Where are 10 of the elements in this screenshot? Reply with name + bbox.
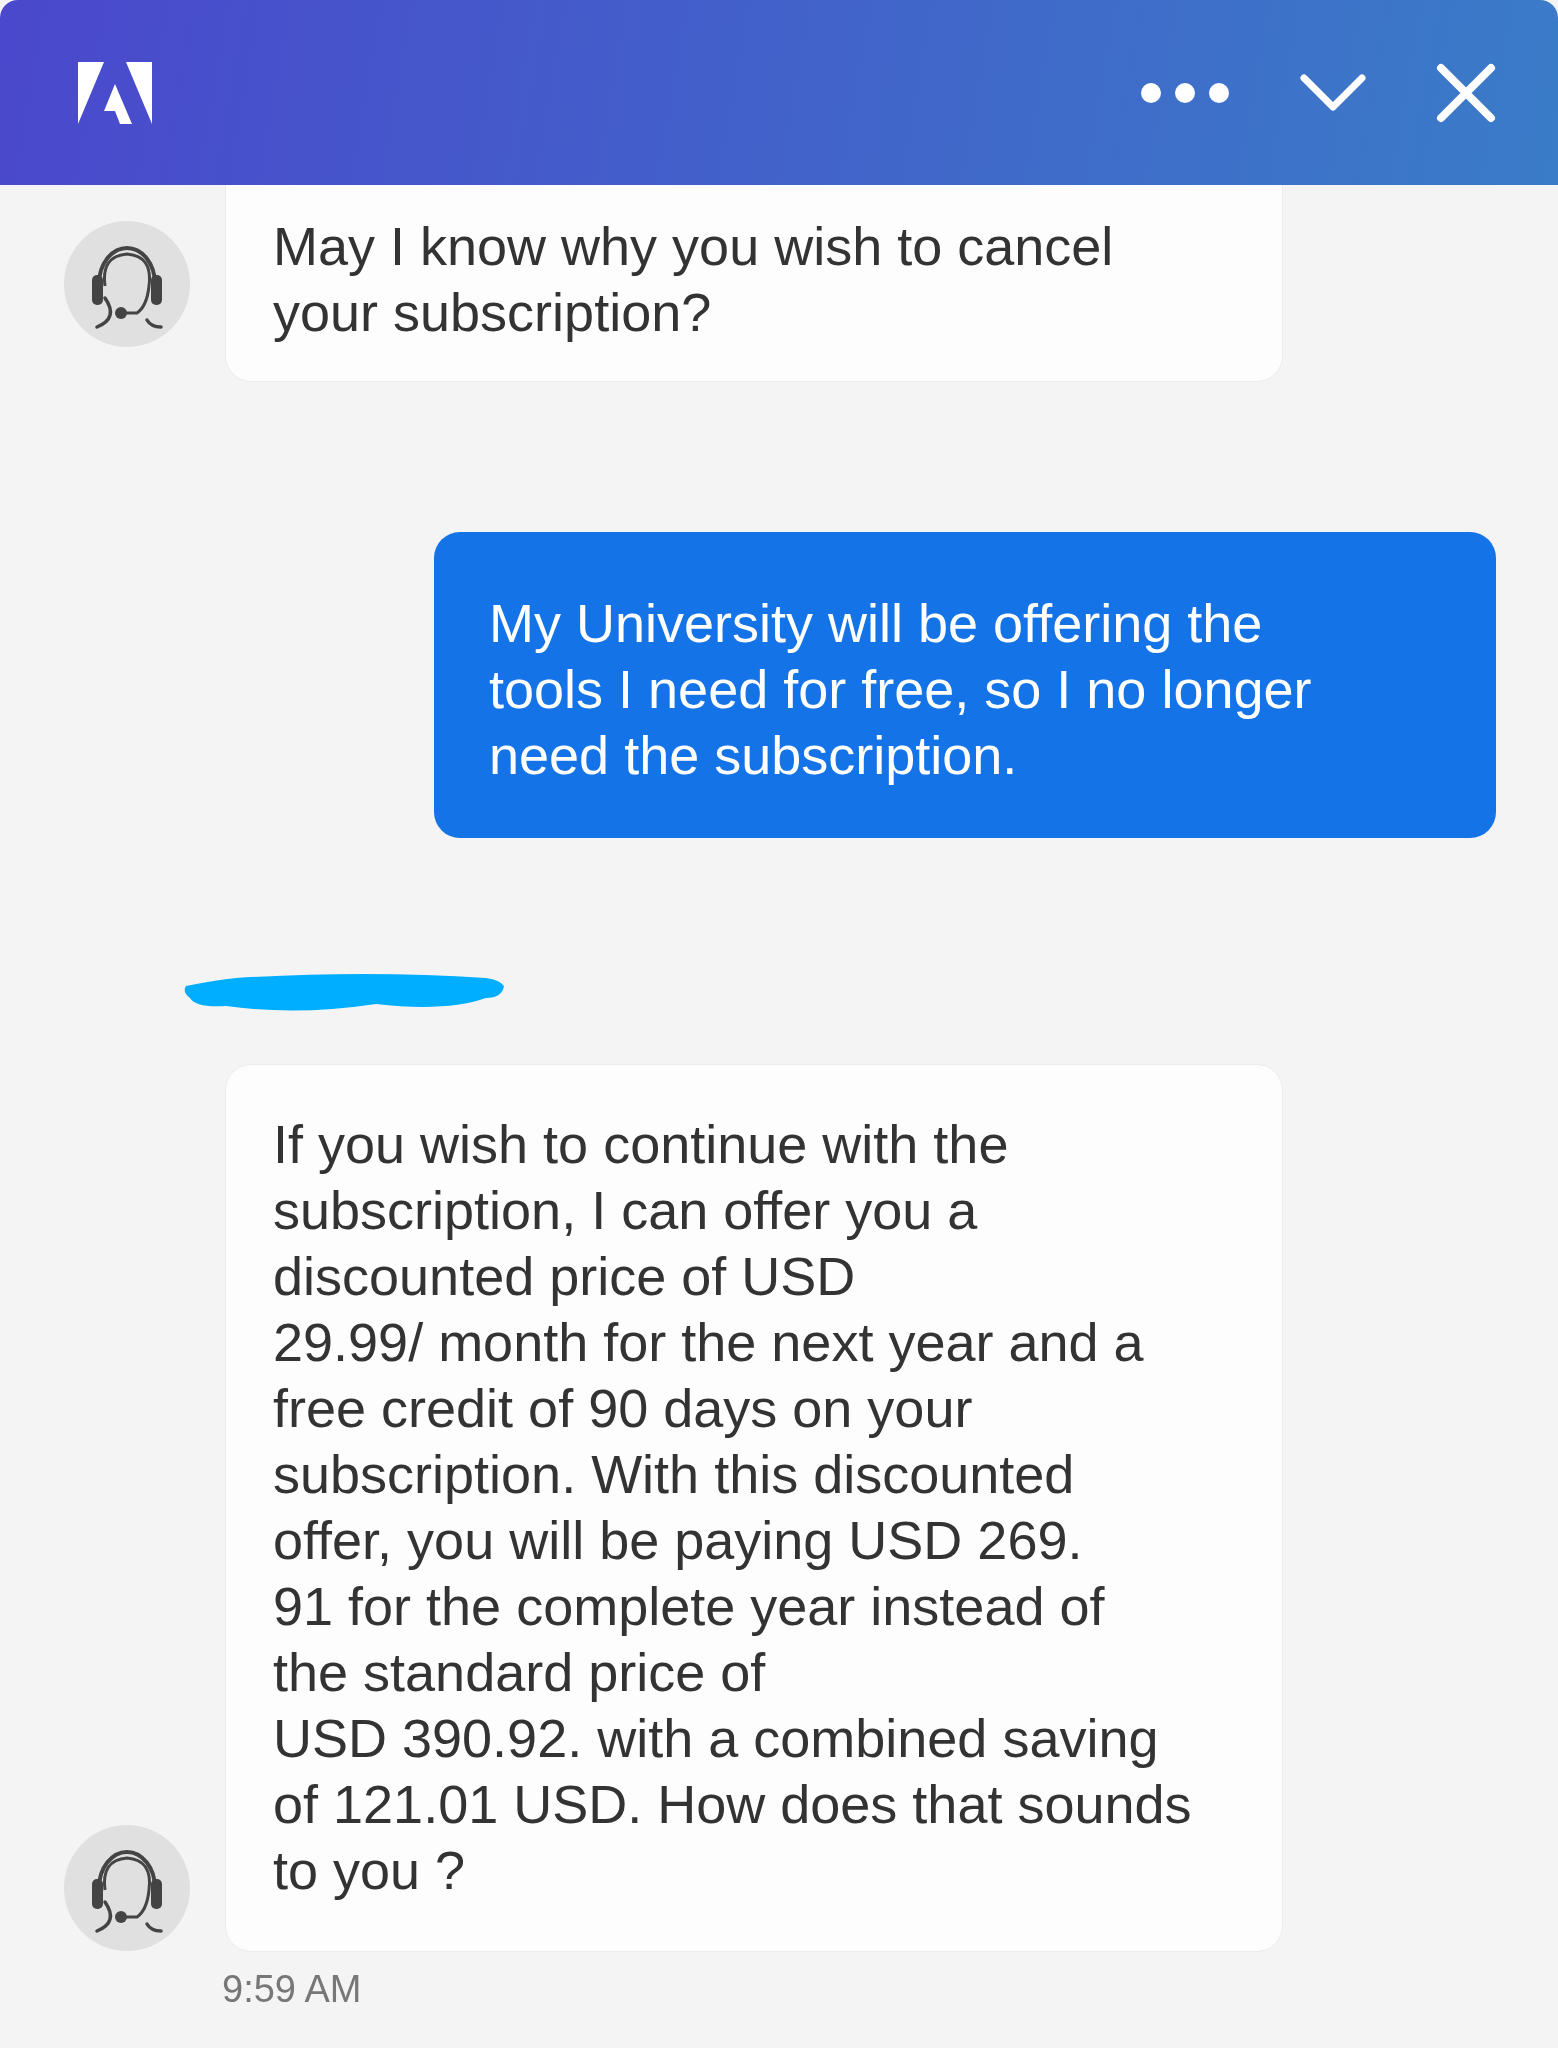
message-time: 9:59 AM: [222, 1968, 363, 2011]
chevron-down-icon[interactable]: [1300, 73, 1366, 112]
headset-avatar-icon: [63, 219, 191, 348]
more-icon[interactable]: [1140, 81, 1230, 104]
logo-icon: [78, 61, 152, 124]
agent-message: If you wish to continue with the subscription, I can offer you a discounted price of USD 29.99/ month for the next year and a free credit of 90 days on your subscription. With this discounted offer, you will be paying USD 269. 91 for the complete year instead of the standard price of USD 390.92. with a combined saving of 121.01 USD. How does that sounds to you ?: [225, 1064, 1283, 1952]
user-message: My University will be offering the tools I need for free, so I no longer need the subscription.: [434, 532, 1496, 838]
headset-avatar-icon: [63, 1824, 191, 1952]
close-icon[interactable]: [1436, 62, 1496, 123]
agent-message: May I know why you wish to cancel your subscription?: [225, 185, 1283, 382]
